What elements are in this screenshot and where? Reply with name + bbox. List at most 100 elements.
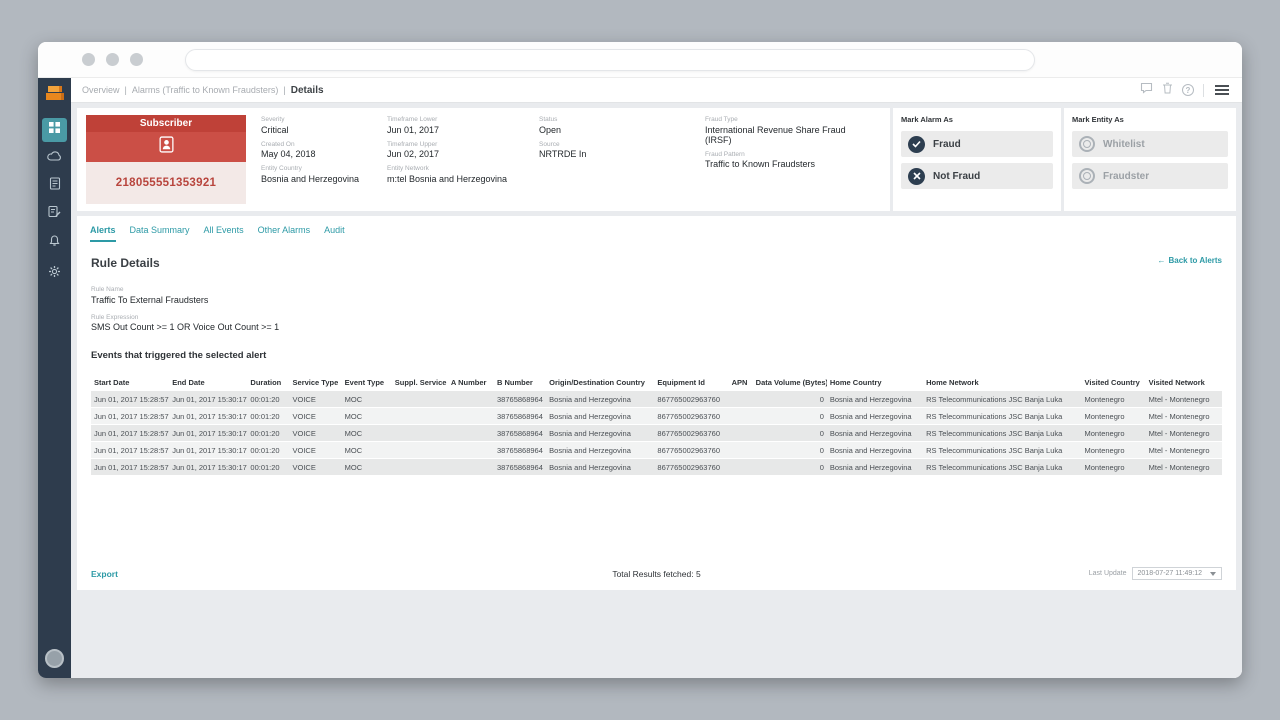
window-control-button[interactable]: [106, 53, 119, 66]
column-header[interactable]: Visited Network: [1145, 374, 1222, 391]
column-header[interactable]: B Number: [494, 374, 547, 391]
column-header[interactable]: Equipment Id: [654, 374, 729, 391]
header-actions: ?: [1140, 81, 1231, 99]
subscriber-card[interactable]: Subscriber 218055551353921: [86, 115, 246, 204]
column-header[interactable]: Start Date: [91, 374, 170, 391]
table-row[interactable]: Jun 01, 2017 15:28:57 Jun 01, 2017 15:30:…: [91, 391, 1222, 408]
table-cell: Mtel - Montenegro: [1145, 407, 1222, 425]
table-cell: 0: [752, 441, 827, 459]
table-cell: RS Telecommunications JSC Banja Luka: [923, 407, 1082, 425]
mark-whitelist-button[interactable]: Whitelist: [1072, 131, 1228, 157]
mark-alarm-panel: Mark Alarm As Fraud Not Fraud: [893, 108, 1061, 211]
events-heading: Events that triggered the selected alert: [91, 350, 267, 361]
table-cell: [447, 391, 495, 408]
back-arrow-icon: ←: [1157, 256, 1166, 265]
column-header[interactable]: Data Volume (Bytes): [752, 374, 827, 391]
table-cell: Jun 01, 2017 15:30:17: [169, 441, 248, 459]
sidebar-item-reports[interactable]: [42, 174, 67, 198]
person-icon: [158, 136, 175, 158]
table-cell: Jun 01, 2017 15:28:57: [91, 458, 170, 476]
menu-icon[interactable]: [1213, 83, 1231, 97]
column-header[interactable]: Service Type: [289, 374, 342, 391]
column-header[interactable]: Visited Country: [1081, 374, 1146, 391]
tab-data-summary[interactable]: Data Summary: [130, 225, 190, 242]
table-cell: [447, 441, 495, 459]
gear-icon: [48, 265, 61, 283]
sidebar-item-dashboard[interactable]: [42, 118, 67, 142]
field-value: Open: [539, 124, 562, 135]
mark-alarm-title: Mark Alarm As: [901, 115, 953, 124]
field-value: NRTRDE In: [539, 149, 587, 159]
breadcrumb-item-overview[interactable]: Overview: [82, 85, 120, 95]
column-header[interactable]: APN: [728, 374, 753, 391]
trash-icon[interactable]: [1162, 81, 1173, 99]
last-update-dropdown[interactable]: 2018-07-27 11:49:12: [1131, 567, 1222, 580]
table-row[interactable]: Jun 01, 2017 15:28:57 Jun 01, 2017 15:30:…: [91, 407, 1222, 425]
sidebar-item-discovery[interactable]: [42, 146, 67, 170]
column-header[interactable]: Duration: [247, 374, 290, 391]
column-header[interactable]: Home Country: [826, 374, 924, 391]
field-label: Fraud Type: [705, 116, 738, 123]
sidebar-item-settings[interactable]: [42, 262, 67, 286]
table-cell: [391, 458, 448, 476]
alarm-detail-columns: Severity Critical Created On May 04, 2018 …: [261, 115, 881, 204]
back-to-alerts-link[interactable]: ← Back to Alerts: [1158, 256, 1223, 265]
sidebar-item-alarms[interactable]: [42, 230, 67, 254]
tab-audit[interactable]: Audit: [324, 225, 345, 242]
details-panel: Alerts Data Summary All Events Other Ala…: [77, 216, 1236, 590]
table-cell: RS Telecommunications JSC Banja Luka: [923, 441, 1082, 459]
panel-footer: Export Total Results fetched: 5 Last Upd…: [77, 559, 1236, 590]
table-cell: VOICE: [289, 458, 342, 476]
window-control-button[interactable]: [82, 53, 95, 66]
field-label: Entity Country: [261, 165, 302, 172]
chat-icon[interactable]: [1140, 81, 1153, 99]
column-header[interactable]: A Number: [447, 374, 495, 391]
export-link[interactable]: Export: [91, 569, 118, 579]
table-cell: [728, 458, 753, 476]
user-avatar[interactable]: [45, 649, 64, 668]
breadcrumb-item-alarms[interactable]: Alarms (Traffic to Known Fraudsters): [132, 85, 279, 95]
table-cell: 867765002963760: [654, 458, 729, 476]
table-row[interactable]: Jun 01, 2017 15:28:57 Jun 01, 2017 15:30:…: [91, 424, 1222, 442]
table-row[interactable]: Jun 01, 2017 15:28:57 Jun 01, 2017 15:30:…: [91, 441, 1222, 459]
table-cell: Bosnia and Herzegovina: [546, 458, 655, 476]
table-cell: 00:01:20: [247, 458, 290, 476]
tab-all-events[interactable]: All Events: [204, 225, 244, 242]
table-cell: Jun 01, 2017 15:30:17: [169, 424, 248, 442]
table-cell: 867765002963760: [654, 391, 729, 408]
subscriber-icon-wrap: [86, 132, 246, 162]
column-header[interactable]: Home Network: [923, 374, 1082, 391]
last-update: Last Update 2018-07-27 11:49:12: [1089, 567, 1222, 580]
table-cell: RS Telecommunications JSC Banja Luka: [923, 458, 1082, 476]
table-row[interactable]: Jun 01, 2017 15:28:57 Jun 01, 2017 15:30:…: [91, 458, 1222, 476]
window-control-button[interactable]: [130, 53, 143, 66]
mark-fraudster-button[interactable]: Fraudster: [1072, 163, 1228, 189]
table-cell: [447, 407, 495, 425]
help-icon[interactable]: ?: [1182, 84, 1194, 96]
table-cell: RS Telecommunications JSC Banja Luka: [923, 424, 1082, 442]
table-cell: MOC: [341, 458, 392, 476]
mark-not-fraud-button[interactable]: Not Fraud: [901, 163, 1053, 189]
browser-url-input[interactable]: [185, 48, 1035, 71]
mark-entity-panel: Mark Entity As Whitelist Fraudster: [1064, 108, 1236, 211]
mark-fraud-button[interactable]: Fraud: [901, 131, 1053, 157]
sidebar: [38, 78, 71, 678]
table-cell: 0: [752, 407, 827, 425]
subscriber-number: 218055551353921: [86, 162, 246, 204]
table-cell: 00:01:20: [247, 391, 290, 408]
sidebar-item-rules[interactable]: [42, 202, 67, 226]
column-header[interactable]: Origin/Destination Country: [546, 374, 655, 391]
field-label: Status: [539, 116, 558, 123]
tab-alerts[interactable]: Alerts: [90, 225, 116, 242]
mark-fraud-label: Fraud: [933, 138, 961, 150]
tab-other-alarms[interactable]: Other Alarms: [258, 225, 311, 242]
table-cell: Bosnia and Herzegovina: [826, 407, 924, 425]
last-update-value: 2018-07-27 11:49:12: [1137, 570, 1202, 577]
breadcrumb-separator: |: [124, 85, 127, 95]
column-header[interactable]: Event Type: [341, 374, 392, 391]
column-header[interactable]: Suppl. Service: [391, 374, 448, 391]
field-label: Severity: [261, 116, 285, 123]
table-cell: 00:01:20: [247, 424, 290, 442]
table-cell: VOICE: [289, 407, 342, 425]
column-header[interactable]: End Date: [169, 374, 248, 391]
